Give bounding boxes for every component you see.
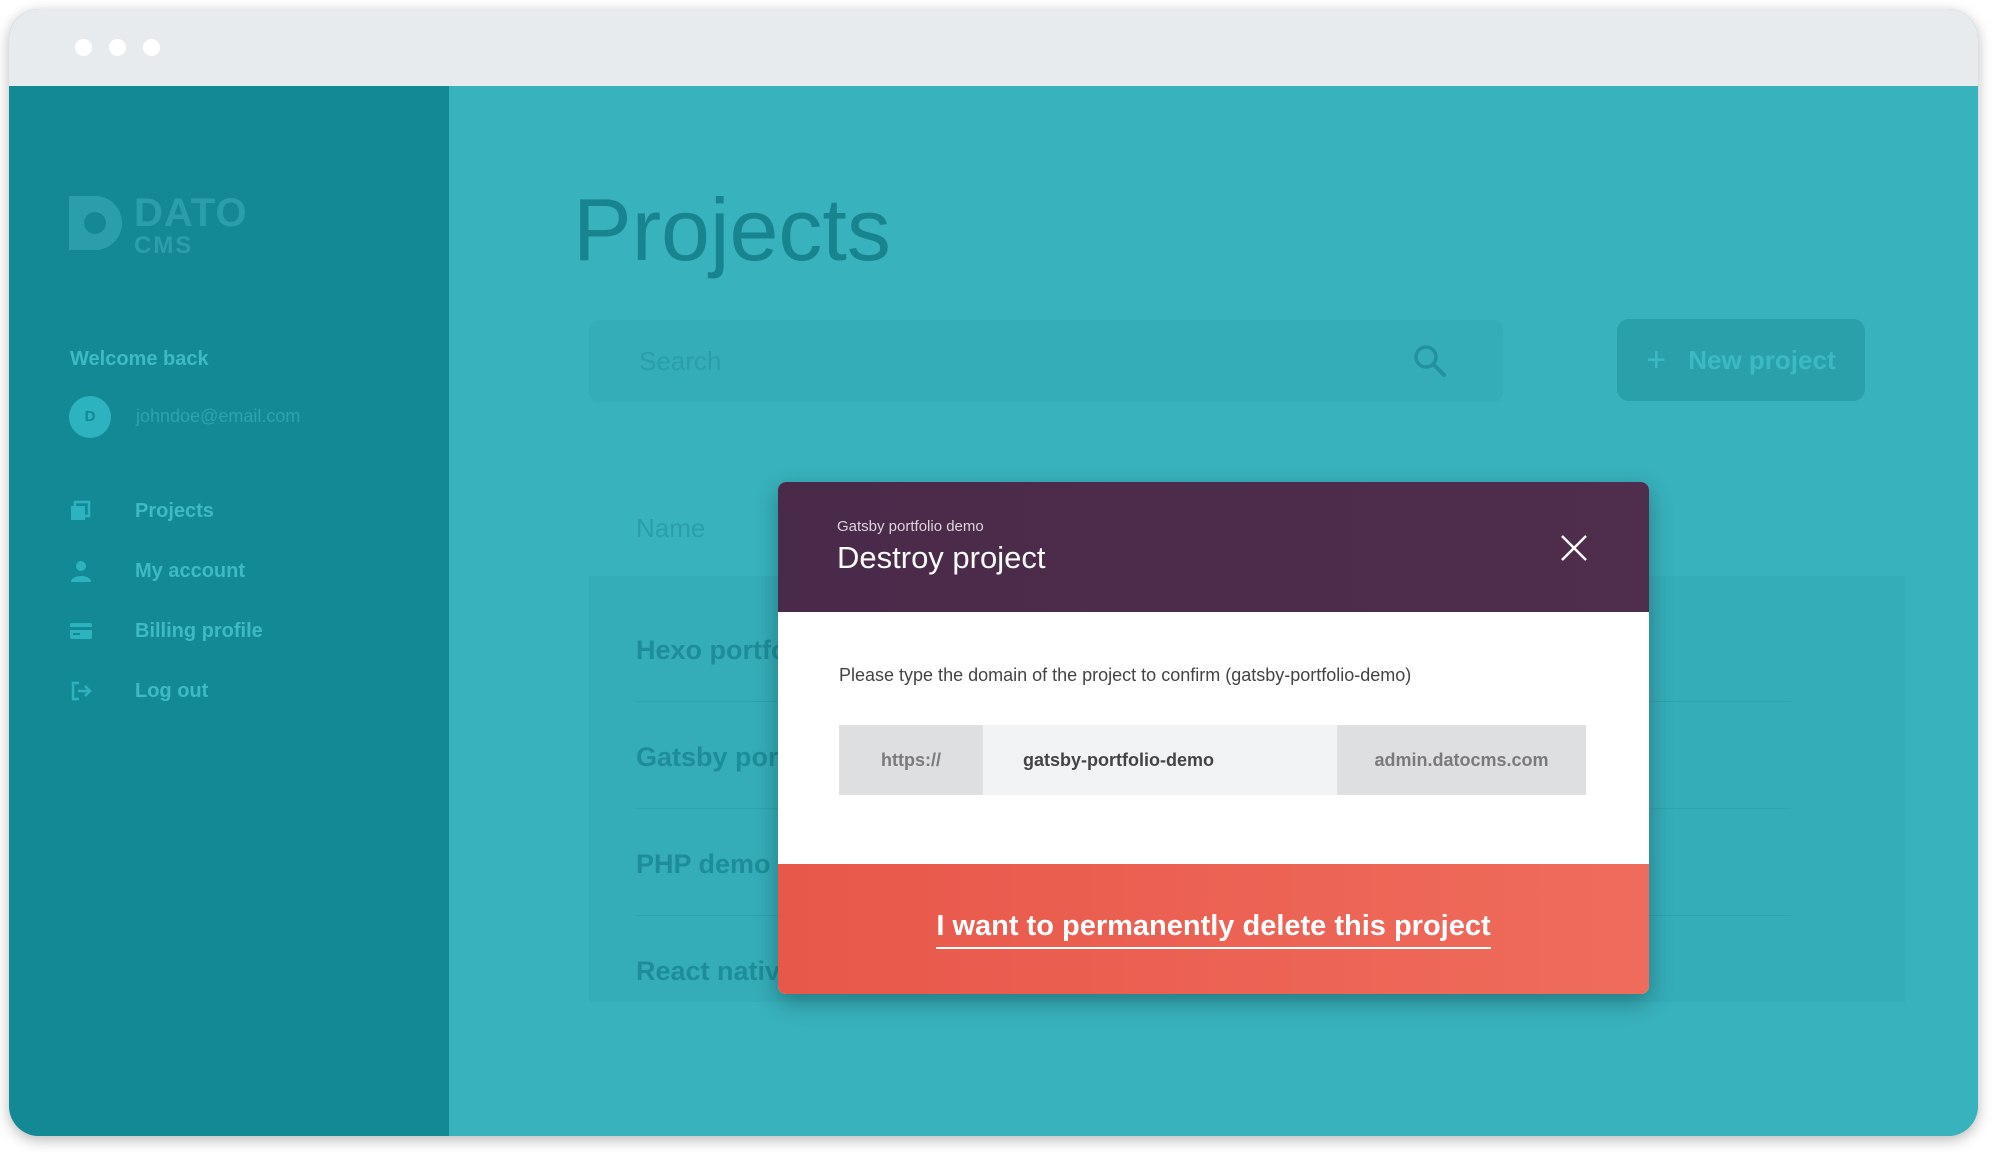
new-project-button[interactable]: + New project [1617,319,1865,401]
project-name: Hexo portfol [636,635,795,665]
page-title: Projects [573,180,891,279]
modal-body: Please type the domain of the project to… [778,612,1649,864]
sidebar-item-label: My account [135,559,246,582]
window-minimize-dot[interactable] [109,39,126,56]
sidebar-item-log-out[interactable]: Log out [69,673,208,709]
dato-logo-icon [69,196,122,250]
sidebar-item-projects[interactable]: Projects [69,493,214,529]
brand-sub: CMS [134,232,194,259]
close-icon[interactable] [1558,532,1590,564]
search-placeholder: Search [639,346,722,376]
project-name: Gatsby portf [636,742,797,772]
sidebar-item-label: Billing profile [135,619,263,642]
modal-footer: I want to permanently delete this projec… [778,864,1649,994]
user-icon [69,559,103,583]
confirm-prompt: Please type the domain of the project to… [839,665,1412,685]
domain-suffix: admin.datocms.com [1337,725,1586,795]
projects-icon [69,499,103,523]
brand-name: DATO [134,191,248,235]
column-header-name: Name [636,513,706,543]
avatar: D [69,396,111,438]
sidebar-item-billing-profile[interactable]: Billing profile [69,613,263,649]
modal-title: Destroy project [837,540,1046,575]
search-icon[interactable] [1412,343,1448,379]
project-name: React native [636,956,796,986]
sidebar-item-label: Projects [135,499,214,522]
domain-prefix: https:// [839,725,983,795]
modal-subtitle: Gatsby portfolio demo [837,518,984,535]
logout-icon [69,679,103,703]
search-input[interactable]: Search [589,320,1503,402]
permanently-delete-button[interactable]: I want to permanently delete this projec… [936,910,1491,949]
modal-header: Gatsby portfolio demo Destroy project [778,482,1649,612]
credit-card-icon [69,619,103,643]
new-project-label: New project [1688,344,1836,375]
window-titlebar [9,9,1978,86]
sidebar-item-my-account[interactable]: My account [69,553,245,589]
sidebar: DATO CMS Welcome back D johndoe@email.co… [9,86,449,1136]
window-close-dot[interactable] [75,39,92,56]
sidebar-item-label: Log out [135,679,209,702]
window-maximize-dot[interactable] [143,39,160,56]
welcome-text: Welcome back [70,348,209,370]
user-email: johndoe@email.com [136,406,301,426]
destroy-project-modal: Gatsby portfolio demo Destroy project Pl… [778,482,1649,994]
domain-field: https:// admin.datocms.com [839,725,1586,795]
domain-input[interactable] [983,725,1337,795]
plus-icon: + [1646,341,1667,379]
